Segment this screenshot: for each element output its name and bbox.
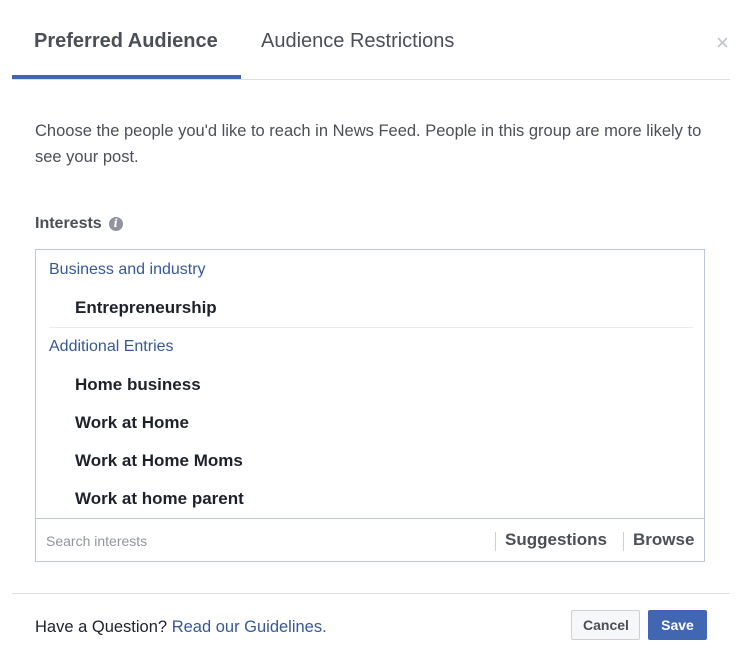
guidelines-link[interactable]: Read our Guidelines. [172, 618, 327, 636]
info-icon[interactable]: i [108, 217, 123, 231]
interest-item[interactable]: Work at Home [75, 413, 189, 433]
search-interests-input[interactable] [46, 531, 466, 551]
interests-box: Business and industry Entrepreneurship A… [35, 249, 705, 562]
interest-item[interactable]: Work at Home Moms [75, 451, 243, 471]
divider [623, 532, 624, 551]
group-title-business[interactable]: Business and industry [49, 261, 206, 279]
browse-link[interactable]: Browse [633, 530, 694, 550]
tab-preferred-audience[interactable]: Preferred Audience [34, 30, 218, 53]
interest-item[interactable]: Work at home parent [75, 489, 244, 509]
help-text: Have a Question? Read our Guidelines. [35, 618, 327, 637]
cancel-button[interactable]: Cancel [571, 610, 640, 640]
description-text: Choose the people you'd like to reach in… [35, 122, 702, 166]
group-title-additional[interactable]: Additional Entries [49, 338, 174, 356]
question-label: Have a Question? [35, 618, 168, 636]
search-row: Suggestions Browse [36, 518, 704, 563]
interest-item[interactable]: Entrepreneurship [75, 298, 217, 318]
divider [495, 532, 496, 551]
interests-label: Interests [35, 215, 102, 232]
save-button[interactable]: Save [648, 610, 707, 640]
tab-bar: Preferred Audience Audience Restrictions… [12, 0, 730, 80]
footer-divider [12, 593, 730, 594]
tab-audience-restrictions[interactable]: Audience Restrictions [261, 30, 454, 53]
close-icon[interactable]: × [716, 30, 729, 56]
active-tab-indicator [12, 75, 241, 79]
suggestions-link[interactable]: Suggestions [505, 530, 607, 550]
interest-item[interactable]: Home business [75, 375, 201, 395]
group-divider [49, 327, 693, 328]
interests-heading: Interests i [35, 215, 123, 233]
